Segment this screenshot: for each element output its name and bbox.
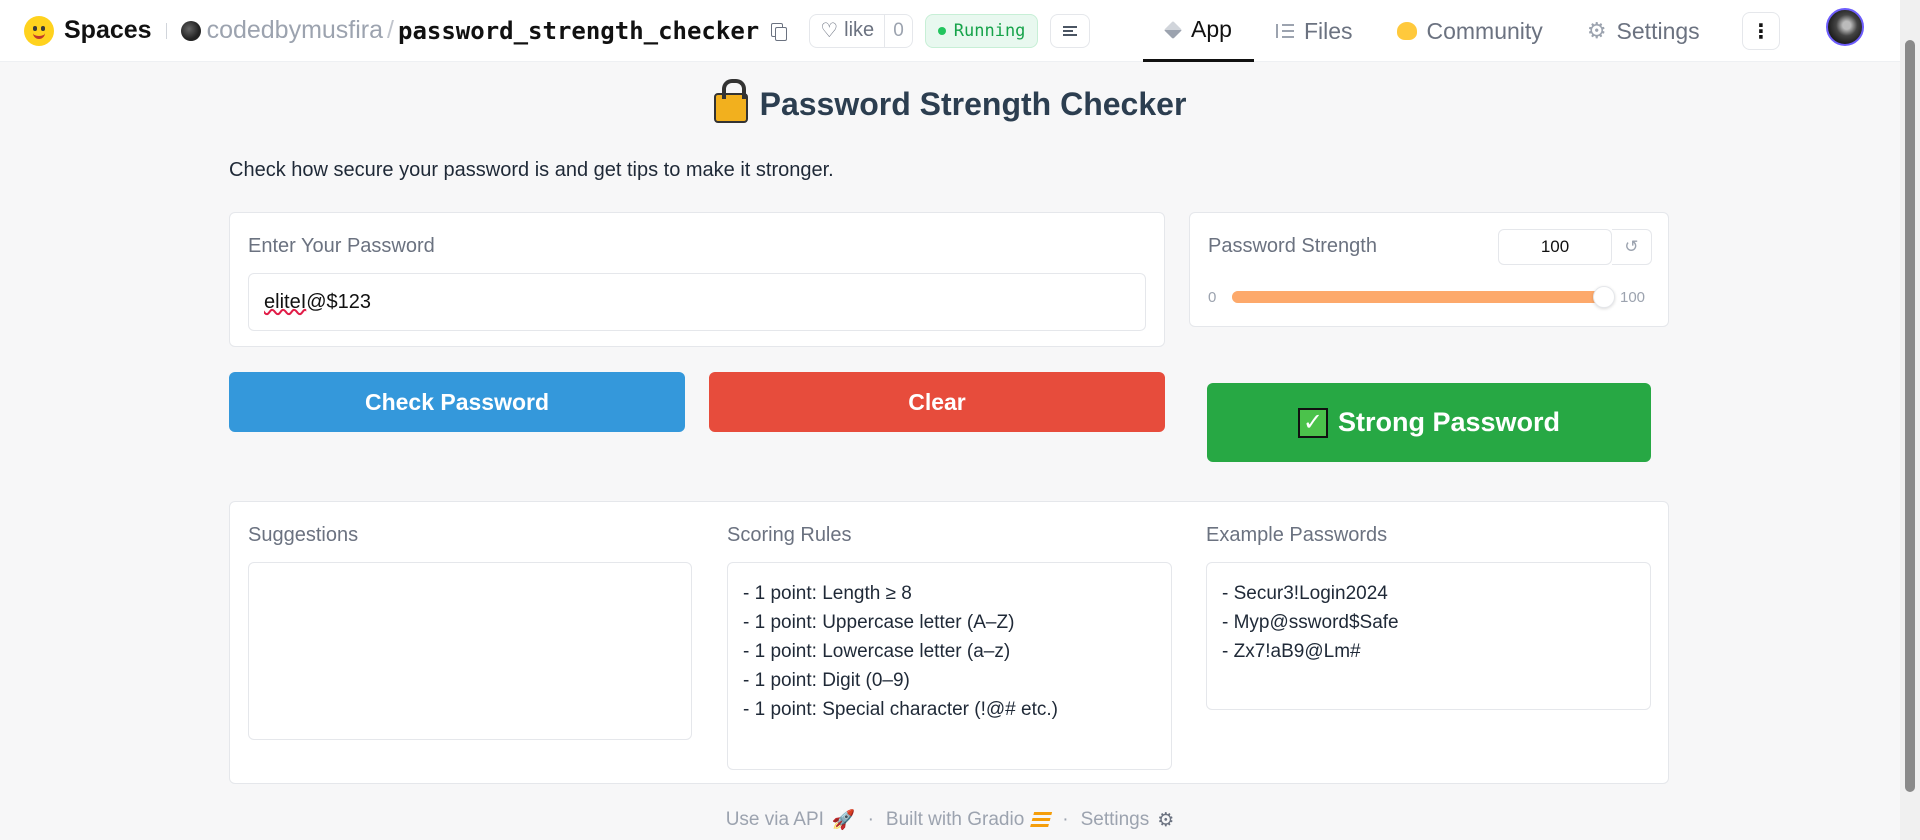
brand-label: Spaces [64,16,152,44]
check-mark-icon: ✓ [1297,407,1328,438]
slider-min-label: 0 [1208,289,1217,306]
built-with-gradio-link[interactable]: Built with Gradio [886,809,1024,831]
tab-community[interactable]: Community [1375,0,1565,62]
page-scrollbar[interactable] [1900,0,1920,840]
rule-line: - 1 point: Digit (0–9) [743,670,910,691]
scrollbar-thumb[interactable] [1905,40,1915,792]
rule-line: - 1 point: Special character (!@# etc.) [743,699,1058,720]
rule-line: - 1 point: Lowercase letter (a–z) [743,641,1011,662]
rocket-icon: 🚀 [831,810,856,831]
space-tabs: App Files Community ⚙ Settings [1143,0,1722,62]
tab-files[interactable]: Files [1254,0,1375,62]
tab-settings-label: Settings [1616,17,1700,44]
strength-result-label: Strong Password [1337,407,1561,437]
owner-link[interactable]: codedbymusfira [207,16,383,45]
strength-label: Password Strength [1208,235,1377,257]
status-badge[interactable]: Running [924,13,1039,48]
example-line: - Zx7!aB9@Lm# [1222,641,1361,662]
like-label: like [844,19,875,41]
cube-icon [1163,20,1183,39]
example-line: - Myp@ssword$Safe [1222,612,1399,633]
copy-icon[interactable] [769,22,788,41]
path-separator: / [387,16,394,44]
rule-line: - 1 point: Length ≥ 8 [743,583,912,604]
password-panel: Enter Your Password eliteI @$123 [229,212,1165,347]
example-line: - Secur3!Login2024 [1222,583,1388,604]
huggingface-logo-icon [24,15,54,46]
tab-app-label: App [1191,16,1232,42]
gradio-logo-icon [1030,812,1053,828]
rule-line: - 1 point: Uppercase letter (A–Z) [743,612,1015,633]
more-options-button[interactable]: ⋮ [1742,12,1780,50]
info-panel: Suggestions Scoring Rules - 1 point: Len… [229,501,1669,784]
footer-separator: · [867,809,874,830]
logs-icon [1063,25,1078,36]
password-label: Enter Your Password [248,235,435,257]
lock-icon [713,78,748,123]
like-widget: ♡ like 0 [809,13,913,48]
footer-separator: · [1062,809,1069,830]
files-icon [1275,24,1294,38]
strength-panel: Password Strength 100 ↺ 0 100 [1189,212,1669,327]
page-subtitle: Check how secure your password is and ge… [229,159,834,181]
spaces-home-link[interactable]: Spaces [24,15,152,46]
status-label: Running [953,20,1026,41]
settings-gear-icon: ⚙ [1157,809,1175,831]
suggestions-label: Suggestions [248,524,359,546]
page-title: Password Strength Checker [0,78,1900,123]
password-input[interactable]: eliteI @$123 [248,273,1146,331]
repo-name-link[interactable]: password_strength_checker [398,17,759,45]
slider-max-label: 100 [1620,289,1646,306]
strength-slider[interactable] [1232,286,1615,308]
tab-files-label: Files [1303,17,1353,44]
check-password-button[interactable]: Check Password [229,372,685,432]
tab-community-label: Community [1426,17,1543,44]
password-value-misspelled: eliteI [264,290,307,313]
example-passwords-label: Example Passwords [1206,524,1388,546]
owner-avatar[interactable] [180,20,201,41]
reset-icon: ↺ [1624,237,1639,256]
slider-fill [1232,291,1604,303]
strength-number-input[interactable]: 100 [1498,229,1612,265]
footer-settings-link[interactable]: Settings [1081,809,1150,831]
logs-button[interactable] [1050,13,1091,48]
reset-button[interactable]: ↺ [1612,229,1652,265]
clear-button[interactable]: Clear [709,372,1165,432]
like-count[interactable]: 0 [884,14,912,47]
user-avatar[interactable] [1826,8,1864,46]
suggestions-textbox[interactable] [248,562,692,740]
slider-thumb[interactable] [1593,286,1615,308]
page-title-text: Password Strength Checker [759,86,1187,122]
example-passwords-textbox[interactable]: - Secur3!Login2024 - Myp@ssword$Safe - Z… [1206,562,1651,710]
community-icon [1396,22,1417,40]
like-button[interactable]: ♡ like [810,15,884,47]
use-via-api-link[interactable]: Use via API [726,809,824,831]
tab-settings[interactable]: ⚙ Settings [1565,0,1722,62]
divider [165,22,167,39]
heart-icon: ♡ [820,20,839,42]
password-value-rest: @$123 [306,290,372,313]
scoring-rules-label: Scoring Rules [727,524,852,546]
status-dot-icon [937,26,946,35]
scoring-rules-textbox[interactable]: - 1 point: Length ≥ 8 - 1 point: Upperca… [727,562,1172,770]
gear-icon: ⚙ [1586,18,1607,43]
footer: Use via API 🚀 · Built with Gradio · Sett… [0,808,1900,832]
kebab-icon: ⋮ [1751,20,1771,43]
tab-app[interactable]: App [1143,0,1254,62]
strength-result-box: ✓ Strong Password [1207,383,1651,462]
